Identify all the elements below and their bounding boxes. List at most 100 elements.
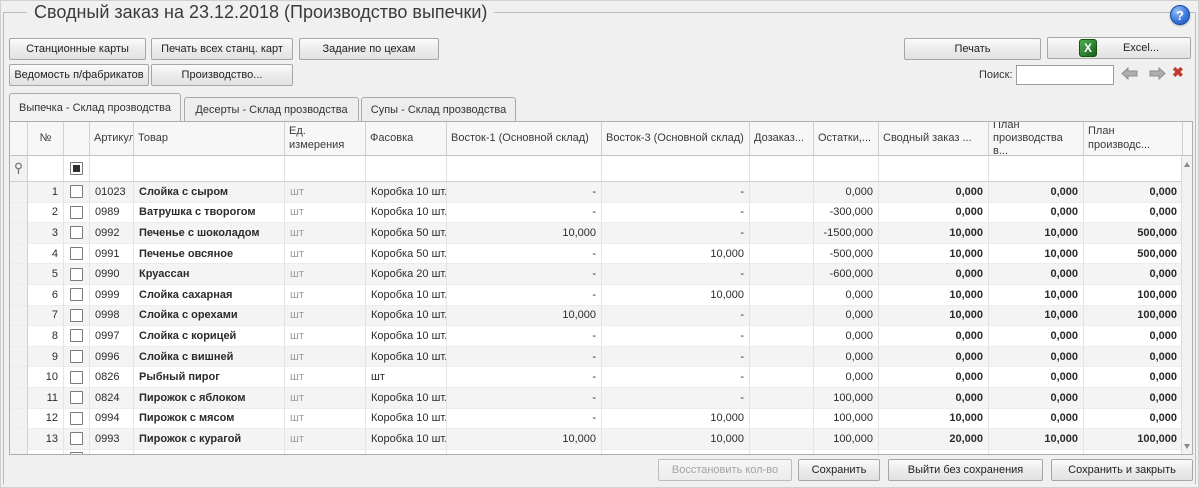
filter-cell-vostok3[interactable] (602, 156, 750, 181)
row-checkbox[interactable] (70, 412, 83, 425)
filter-cell-article[interactable] (90, 156, 134, 181)
cell-ostatki[interactable]: 0,000 (814, 326, 879, 347)
cell-ostatki[interactable]: 100,000 (814, 429, 879, 450)
cell-n[interactable]: 5 (28, 264, 64, 285)
table-row[interactable]: 80997Слойка с корицейштКоробка 10 шт.--0… (10, 326, 1192, 347)
cell-vostok3[interactable]: - (602, 326, 750, 347)
cell-check[interactable] (64, 429, 90, 450)
cell-pack[interactable]: Коробка 10 шт. (366, 285, 447, 306)
column-header-svodny[interactable]: Сводный заказ ... (879, 122, 989, 155)
cell-svodny[interactable]: 0,000 (879, 326, 989, 347)
cell-unit[interactable]: шт (285, 429, 366, 450)
cell-plan_v[interactable]: 10,000 (989, 306, 1084, 327)
column-header-product[interactable]: Товар (134, 122, 285, 155)
cell-product[interactable]: Слойка сахарная (134, 285, 285, 306)
cell-product[interactable]: Слойка с вишней (134, 347, 285, 368)
table-row[interactable]: 70998Слойка с орехамиштКоробка 10 шт.10,… (10, 306, 1192, 327)
cell-dozakaz[interactable] (750, 326, 814, 347)
cell-product[interactable]: Пирожок с курагой (134, 429, 285, 450)
cell-vostok3[interactable]: - (602, 203, 750, 224)
cell-unit[interactable]: шт (285, 306, 366, 327)
cell-check[interactable] (64, 388, 90, 409)
cell-ostatki[interactable]: -600,000 (814, 264, 879, 285)
row-checkbox[interactable] (70, 226, 83, 239)
print-all-station-cards-button[interactable]: Печать всех станц. карт (151, 38, 293, 60)
cell-product[interactable]: Ватрушка с творогом (134, 203, 285, 224)
cell-n[interactable]: 8 (28, 326, 64, 347)
cell-n[interactable]: 2 (28, 203, 64, 224)
cell-plan_v[interactable]: 0,000 (989, 326, 1084, 347)
cell-article[interactable]: 0997 (90, 326, 134, 347)
cell-pack[interactable]: Коробка 50 шт. (366, 223, 447, 244)
cell-ostatki[interactable]: 0,000 (814, 182, 879, 203)
cell-vostok1[interactable]: - (447, 182, 602, 203)
cell-vostok3[interactable]: - (602, 367, 750, 388)
cell-ostatki[interactable]: 0,000 (814, 285, 879, 306)
cell-dozakaz[interactable] (750, 306, 814, 327)
column-header-pack[interactable]: Фасовка (366, 122, 447, 155)
cell-check[interactable] (64, 203, 90, 224)
cell-dozakaz[interactable] (750, 182, 814, 203)
cell-svodny[interactable]: 10,000 (879, 244, 989, 265)
cell-vostok1[interactable]: 10,000 (447, 429, 602, 450)
cell-vostok3[interactable]: 10,000 (602, 244, 750, 265)
cell-product[interactable]: Слойка с орехами (134, 306, 285, 327)
column-header-check[interactable] (64, 122, 90, 155)
cell-pack[interactable]: Коробка 10 шт. (366, 326, 447, 347)
cell-ostatki[interactable]: -300,000 (814, 203, 879, 224)
cell-n[interactable]: 1 (28, 182, 64, 203)
cell-unit[interactable]: шт (285, 264, 366, 285)
cell-vostok1[interactable]: 10,000 (447, 223, 602, 244)
cell-unit[interactable]: шт (285, 244, 366, 265)
cell-svodny[interactable]: 20,000 (879, 429, 989, 450)
cell-pack[interactable]: Коробка 10 шт. (366, 388, 447, 409)
cell-plan_v[interactable]: 0,000 (989, 347, 1084, 368)
cell-n[interactable]: 7 (28, 306, 64, 327)
column-header-n[interactable]: № (28, 122, 64, 155)
cell-pack[interactable]: Коробка 20 шт. (366, 264, 447, 285)
table-row[interactable]: 50990КруассанштКоробка 20 шт.---600,0000… (10, 264, 1192, 285)
workshop-task-button[interactable]: Задание по цехам (299, 38, 439, 60)
cell-n[interactable]: 9 (28, 347, 64, 368)
cell-pack[interactable]: Коробка 50 шт. (366, 244, 447, 265)
station-cards-button[interactable]: Станционные карты (9, 38, 146, 60)
select-all-checkbox[interactable] (70, 162, 83, 175)
cell-check[interactable] (64, 182, 90, 203)
cell-product[interactable]: Рыбный пирог (134, 367, 285, 388)
cell-plan_p[interactable]: 0,000 (1084, 264, 1183, 285)
search-input[interactable] (1016, 65, 1114, 85)
cell-ostatki[interactable]: 100,000 (814, 409, 879, 430)
cell-article[interactable]: 0994 (90, 409, 134, 430)
column-header-plan_p[interactable]: План производс... (1084, 122, 1183, 155)
cell-n[interactable]: 10 (28, 367, 64, 388)
cell-ostatki[interactable]: 0,000 (814, 367, 879, 388)
cell-vostok3[interactable]: - (602, 223, 750, 244)
row-checkbox[interactable] (70, 268, 83, 281)
cell-n[interactable]: 11 (28, 388, 64, 409)
cell-plan_v[interactable]: 10,000 (989, 285, 1084, 306)
cell-vostok1[interactable]: - (447, 203, 602, 224)
cell-unit[interactable]: шт (285, 223, 366, 244)
row-checkbox[interactable] (70, 247, 83, 260)
cell-article[interactable]: 0826 (90, 367, 134, 388)
cell-check[interactable] (64, 367, 90, 388)
cell-check[interactable] (64, 306, 90, 327)
cell-vostok1[interactable]: - (447, 244, 602, 265)
cell-article[interactable]: 0989 (90, 203, 134, 224)
cell-unit[interactable]: шт (285, 388, 366, 409)
cell-unit[interactable]: шт (285, 285, 366, 306)
cell-vostok1[interactable]: - (447, 388, 602, 409)
column-header-vostok3[interactable]: Восток-3 (Основной склад) (602, 122, 750, 155)
row-checkbox[interactable] (70, 185, 83, 198)
cell-unit[interactable]: шт (285, 203, 366, 224)
cell-plan_p[interactable]: 100,000 (1084, 429, 1183, 450)
cell-article[interactable]: 0998 (90, 306, 134, 327)
tab-vypechka[interactable]: Выпечка - Склад прозводства (9, 93, 181, 121)
print-button[interactable]: Печать (904, 38, 1041, 60)
cell-plan_v[interactable]: 10,000 (989, 244, 1084, 265)
table-row[interactable]: 101023Слойка с сыромштКоробка 10 шт.--0,… (10, 182, 1192, 203)
table-row[interactable]: 130993Пирожок с курагойштКоробка 10 шт.1… (10, 429, 1192, 450)
cell-plan_v[interactable]: 0,000 (989, 388, 1084, 409)
cell-plan_v[interactable]: 0,000 (989, 264, 1084, 285)
vertical-scrollbar[interactable] (1181, 156, 1192, 454)
